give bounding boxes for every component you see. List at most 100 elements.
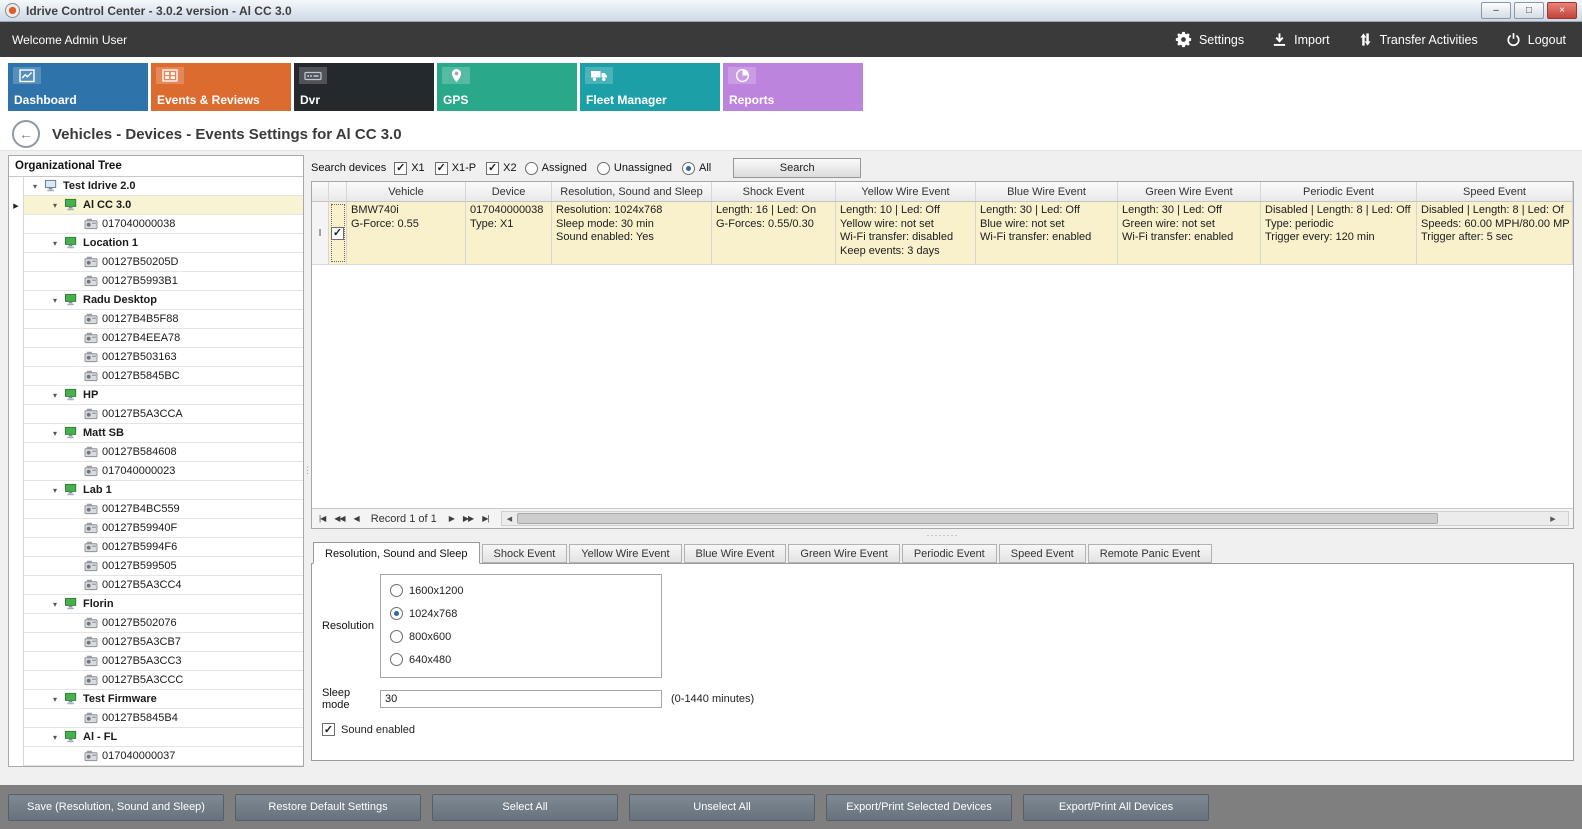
- tile-fleet-manager[interactable]: Fleet Manager: [580, 63, 720, 111]
- tile-dashboard[interactable]: Dashboard: [8, 63, 148, 111]
- unselect-all-button[interactable]: Unselect All: [629, 794, 815, 821]
- expand-collapse-icon[interactable]: ▾: [50, 391, 60, 400]
- tab-blue-wire-event[interactable]: Blue Wire Event: [684, 544, 787, 563]
- tree-item-device[interactable]: 00127B584608: [9, 443, 303, 462]
- column-header-periodic-event[interactable]: Periodic Event: [1261, 182, 1417, 201]
- tab-speed-event[interactable]: Speed Event: [999, 544, 1086, 563]
- scrollbar-thumb[interactable]: [517, 513, 1438, 524]
- expand-collapse-icon[interactable]: ▾: [50, 201, 60, 210]
- sound-enabled-row[interactable]: Sound enabled: [322, 723, 1573, 736]
- tree-item-group[interactable]: ▾Lab 1: [9, 481, 303, 500]
- prev-page-button[interactable]: ◀◀: [331, 513, 347, 524]
- tab-shock-event[interactable]: Shock Event: [482, 544, 568, 563]
- vertical-splitter[interactable]: ⋮: [304, 155, 311, 785]
- tree-item-group[interactable]: ▾Test Idrive 2.0: [9, 177, 303, 196]
- expand-collapse-icon[interactable]: ▾: [50, 296, 60, 305]
- tree-item-group[interactable]: ▾Radu Desktop: [9, 291, 303, 310]
- radio-640x480[interactable]: [390, 653, 403, 666]
- grid-cell[interactable]: Length: 30 | Led: OffGreen wire: not set…: [1118, 202, 1261, 264]
- filter-x1-p[interactable]: X1-P: [435, 162, 476, 175]
- scroll-left-icon[interactable]: ◀: [502, 515, 516, 523]
- tree-item-device[interactable]: 00127B5A3CB7: [9, 633, 303, 652]
- radio-all[interactable]: [682, 162, 695, 175]
- tab-periodic-event[interactable]: Periodic Event: [902, 544, 997, 563]
- column-header-shock-event[interactable]: Shock Event: [712, 182, 836, 201]
- expand-collapse-icon[interactable]: ▾: [50, 733, 60, 742]
- expand-collapse-icon[interactable]: ▾: [30, 182, 40, 191]
- tab-remote-panic-event[interactable]: Remote Panic Event: [1088, 544, 1212, 563]
- tree-item-group[interactable]: ▾Test Firmware: [9, 690, 303, 709]
- filter-unassigned[interactable]: Unassigned: [597, 162, 672, 175]
- tile-events-reviews[interactable]: Events & Reviews: [151, 63, 291, 111]
- tree-item-device[interactable]: 00127B4B5F88: [9, 310, 303, 329]
- minimize-button[interactable]: –: [1481, 2, 1511, 19]
- horizontal-splitter[interactable]: ········: [311, 529, 1574, 541]
- filter-all[interactable]: All: [682, 162, 711, 175]
- radio-800x600[interactable]: [390, 630, 403, 643]
- first-record-button[interactable]: |◀: [316, 513, 328, 524]
- radio-1024x768[interactable]: [390, 607, 403, 620]
- grid-cell[interactable]: 017040000038Type: X1: [466, 202, 552, 264]
- tree-item-device[interactable]: 00127B5993B1: [9, 272, 303, 291]
- tile-gps[interactable]: GPS: [437, 63, 577, 111]
- tile-reports[interactable]: Reports: [723, 63, 863, 111]
- next-page-button[interactable]: ▶▶: [460, 513, 476, 524]
- tree-item-device[interactable]: 00127B5994F6: [9, 538, 303, 557]
- filter-assigned[interactable]: Assigned: [525, 162, 587, 175]
- radio-assigned[interactable]: [525, 162, 538, 175]
- scroll-right-icon[interactable]: ▶: [1546, 515, 1560, 523]
- row-checkbox[interactable]: [331, 227, 344, 240]
- radio-unassigned[interactable]: [597, 162, 610, 175]
- grid-select-all-header[interactable]: [329, 182, 347, 201]
- tree-item-device[interactable]: 00127B503163: [9, 348, 303, 367]
- tree-item-device[interactable]: 00127B4EEA78: [9, 329, 303, 348]
- tile-dvr[interactable]: Dvr: [294, 63, 434, 111]
- column-header-speed-event[interactable]: Speed Event: [1417, 182, 1573, 201]
- tree-item-device[interactable]: 00127B5A3CC3: [9, 652, 303, 671]
- tree-item-device[interactable]: 00127B50205D: [9, 253, 303, 272]
- row-select-cell[interactable]: [329, 202, 347, 264]
- tab-green-wire-event[interactable]: Green Wire Event: [788, 544, 899, 563]
- grid-cell[interactable]: Length: 16 | Led: OnG-Forces: 0.55/0.30: [712, 202, 836, 264]
- tree-item-device[interactable]: 00127B599505: [9, 557, 303, 576]
- resolution-option-1600x1200[interactable]: 1600x1200: [390, 584, 652, 597]
- export-print-all-devices-button[interactable]: Export/Print All Devices: [1023, 794, 1209, 821]
- search-button[interactable]: Search: [733, 158, 861, 178]
- grid-cell[interactable]: Disabled | Length: 8 | Led: OfSpeeds: 60…: [1417, 202, 1573, 264]
- tree-item-device[interactable]: 017040000038: [9, 215, 303, 234]
- tree-item-device[interactable]: 017040000037: [9, 747, 303, 766]
- column-header-green-wire-event[interactable]: Green Wire Event: [1118, 182, 1261, 201]
- tree-item-group[interactable]: ▾Al - FL: [9, 728, 303, 747]
- tree-item-device[interactable]: 00127B502076: [9, 614, 303, 633]
- back-button[interactable]: ←: [12, 120, 40, 148]
- checkbox-x2[interactable]: [486, 162, 499, 175]
- expand-collapse-icon[interactable]: ▾: [50, 486, 60, 495]
- tree-item-device[interactable]: 017040000023: [9, 462, 303, 481]
- tree-item-device[interactable]: 00127B59940F: [9, 519, 303, 538]
- column-header-device[interactable]: Device: [466, 182, 552, 201]
- tree-item-device[interactable]: 00127B5845BC: [9, 367, 303, 386]
- checkbox-x1-p[interactable]: [435, 162, 448, 175]
- tree-item-group[interactable]: ▶▾Al CC 3.0: [9, 196, 303, 215]
- import-button[interactable]: Import: [1272, 32, 1329, 47]
- tree-item-device[interactable]: 00127B5845B4: [9, 709, 303, 728]
- column-header-yellow-wire-event[interactable]: Yellow Wire Event: [836, 182, 976, 201]
- filter-x2[interactable]: X2: [486, 162, 516, 175]
- transfer-activities-button[interactable]: Transfer Activities: [1358, 32, 1478, 47]
- expand-collapse-icon[interactable]: ▾: [50, 600, 60, 609]
- tree-item-group[interactable]: ▾Matt SB: [9, 424, 303, 443]
- column-header-vehicle[interactable]: Vehicle: [347, 182, 466, 201]
- tree-item-device[interactable]: 00127B4BC559: [9, 500, 303, 519]
- expand-collapse-icon[interactable]: ▾: [50, 239, 60, 248]
- settings-button[interactable]: Settings: [1175, 31, 1244, 48]
- tree-item-device[interactable]: 00127B5A3CC4: [9, 576, 303, 595]
- logout-button[interactable]: Logout: [1506, 32, 1566, 47]
- tree-item-group[interactable]: ▾Florin: [9, 595, 303, 614]
- tree-item-device[interactable]: 00127B5A3CCC: [9, 671, 303, 690]
- next-record-button[interactable]: ▶: [446, 513, 457, 524]
- tree-item-group[interactable]: ▾HP: [9, 386, 303, 405]
- tab-resolution-sound-and-sleep[interactable]: Resolution, Sound and Sleep: [313, 542, 480, 564]
- resolution-option-640x480[interactable]: 640x480: [390, 653, 652, 666]
- expand-collapse-icon[interactable]: ▾: [50, 429, 60, 438]
- tree-item-device[interactable]: 00127B5A3CCA: [9, 405, 303, 424]
